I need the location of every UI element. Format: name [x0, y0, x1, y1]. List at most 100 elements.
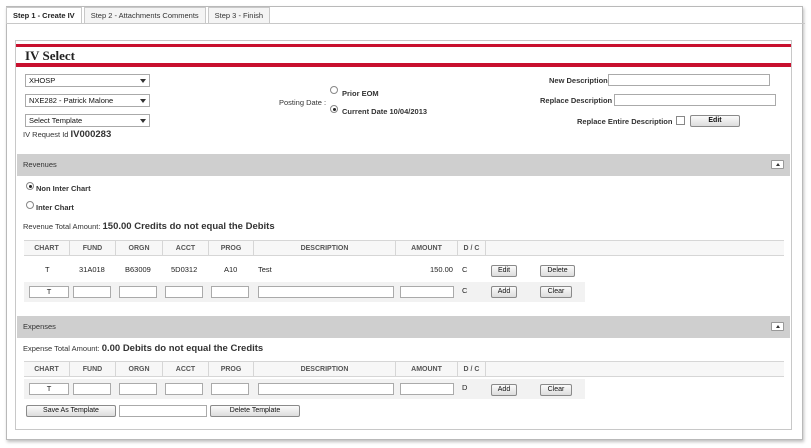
rev-row-fund: 31A018	[79, 265, 105, 274]
col-chart: CHART	[24, 362, 70, 377]
expense-total-message: 0.00 Debits do not equal the Credits	[101, 343, 264, 354]
collapse-revenues-icon[interactable]	[771, 160, 784, 169]
edit-row-button[interactable]: Edit	[491, 265, 517, 277]
col-prog: PROG	[209, 362, 254, 377]
col-prog: PROG	[209, 241, 254, 256]
tab-step-1[interactable]: Step 1 - Create IV	[6, 7, 82, 23]
iv-select-panel: IV Select XHOSP NXE282 - Patrick Malone …	[15, 40, 792, 430]
replace-entire-label: Replace Entire Description	[577, 117, 673, 126]
edit-description-button[interactable]: Edit	[690, 115, 740, 127]
replace-description-input[interactable]	[614, 94, 776, 106]
expense-total-label: Expense Total Amount:	[23, 344, 100, 353]
col-chart: CHART	[24, 241, 70, 256]
new-description-input[interactable]	[608, 74, 770, 86]
exp-entry-prog-input[interactable]	[211, 383, 249, 395]
rev-entry-prog-input[interactable]	[211, 286, 249, 298]
rev-row-orgn: B63009	[125, 265, 151, 274]
rev-entry-description-input[interactable]	[258, 286, 394, 298]
col-amount: AMOUNT	[396, 241, 458, 256]
chevron-down-icon	[140, 119, 146, 123]
save-as-template-button[interactable]: Save As Template	[26, 405, 116, 417]
expense-grid-header: CHART FUND ORGN ACCT PROG DESCRIPTION AM…	[24, 361, 784, 377]
exp-entry-orgn-input[interactable]	[119, 383, 157, 395]
tab-step-3[interactable]: Step 3 - Finish	[207, 7, 271, 23]
exp-entry-acct-input[interactable]	[165, 383, 203, 395]
org-select-value: XHOSP	[29, 76, 56, 85]
revenue-grid-header: CHART FUND ORGN ACCT PROG DESCRIPTION AM…	[24, 240, 784, 256]
exp-entry-fund-input[interactable]	[73, 383, 111, 395]
new-description-label: New Description	[549, 76, 608, 85]
prior-eom-radio[interactable]	[330, 86, 338, 94]
col-acct: ACCT	[163, 241, 209, 256]
col-description: DESCRIPTION	[254, 362, 396, 377]
template-select-value: Select Template	[29, 116, 83, 125]
current-date-label: Current Date 10/04/2013	[342, 107, 428, 116]
add-revenue-button[interactable]: Add	[491, 286, 517, 298]
tab-step-2[interactable]: Step 2 - Attachments Comments	[83, 7, 206, 23]
current-date-radio[interactable]	[330, 105, 338, 113]
revenue-total-message: 150.00 Credits do not equal the Debits	[102, 221, 275, 232]
non-inter-chart-label: Non Inter Chart	[36, 184, 91, 193]
rev-entry-acct-input[interactable]	[165, 286, 203, 298]
panel-top-rule	[16, 44, 791, 47]
col-fund: FUND	[70, 241, 116, 256]
rev-row-dc: C	[462, 265, 468, 274]
rev-entry-amount-input[interactable]	[400, 286, 454, 298]
col-acct: ACCT	[163, 362, 209, 377]
rev-entry-chart-input[interactable]: T	[29, 286, 69, 298]
revenue-total-row: Revenue Total Amount: 150.00 Credits do …	[23, 221, 275, 232]
clear-revenue-button[interactable]: Clear	[540, 286, 572, 298]
chevron-down-icon	[140, 79, 146, 83]
org-select[interactable]: XHOSP	[25, 74, 150, 87]
expenses-title: Expenses	[23, 322, 56, 331]
col-amount: AMOUNT	[396, 362, 458, 377]
step-tabs: Step 1 - Create IV Step 2 - Attachments …	[6, 7, 272, 23]
inter-chart-radio[interactable]	[26, 201, 34, 209]
exp-entry-chart-input[interactable]: T	[29, 383, 69, 395]
panel-bottom-rule	[16, 63, 791, 67]
rev-row-acct: 5D0312	[171, 265, 198, 274]
col-dc: D / C	[458, 362, 486, 377]
prior-eom-label: Prior EOM	[342, 89, 379, 98]
replace-description-label: Replace Description	[540, 96, 613, 105]
request-id-value: IV000283	[70, 129, 112, 140]
col-description: DESCRIPTION	[254, 241, 396, 256]
expense-total-row: Expense Total Amount: 0.00 Debits do not…	[23, 343, 263, 354]
user-select-value: NXE282 - Patrick Malone	[29, 96, 114, 105]
posting-date-label: Posting Date :	[279, 98, 327, 107]
collapse-expenses-icon[interactable]	[771, 322, 784, 331]
delete-template-button[interactable]: Delete Template	[210, 405, 300, 417]
user-select[interactable]: NXE282 - Patrick Malone	[25, 94, 150, 107]
tab-divider	[6, 23, 805, 24]
rev-entry-fund-input[interactable]	[73, 286, 111, 298]
exp-entry-description-input[interactable]	[258, 383, 394, 395]
rev-row-description: Test	[258, 265, 272, 274]
request-id-row: IV Request Id IV000283	[23, 129, 111, 140]
exp-entry-amount-input[interactable]	[400, 383, 454, 395]
inter-chart-label: Inter Chart	[36, 203, 74, 212]
expenses-header: Expenses	[17, 316, 790, 338]
revenues-header: Revenues	[17, 154, 790, 176]
rev-entry-orgn-input[interactable]	[119, 286, 157, 298]
rev-row-amount: 150.00	[430, 265, 453, 274]
col-fund: FUND	[70, 362, 116, 377]
request-id-label: IV Request Id	[23, 130, 69, 139]
revenue-total-label: Revenue Total Amount:	[23, 222, 101, 231]
panel-title: IV Select	[25, 48, 75, 63]
replace-entire-checkbox[interactable]	[676, 116, 685, 125]
col-orgn: ORGN	[116, 241, 163, 256]
delete-row-button[interactable]: Delete	[540, 265, 575, 277]
clear-expense-button[interactable]: Clear	[540, 384, 572, 396]
non-inter-chart-radio[interactable]	[26, 182, 34, 190]
col-orgn: ORGN	[116, 362, 163, 377]
rev-row-prog: A10	[224, 265, 238, 274]
rev-entry-dc: C	[462, 286, 468, 295]
template-select[interactable]: Select Template	[25, 114, 150, 127]
chevron-down-icon	[140, 99, 146, 103]
exp-entry-dc: D	[462, 383, 468, 392]
col-dc: D / C	[458, 241, 486, 256]
rev-row-chart: T	[45, 265, 50, 274]
add-expense-button[interactable]: Add	[491, 384, 517, 396]
template-name-input[interactable]	[119, 405, 207, 417]
revenues-title: Revenues	[23, 160, 57, 169]
